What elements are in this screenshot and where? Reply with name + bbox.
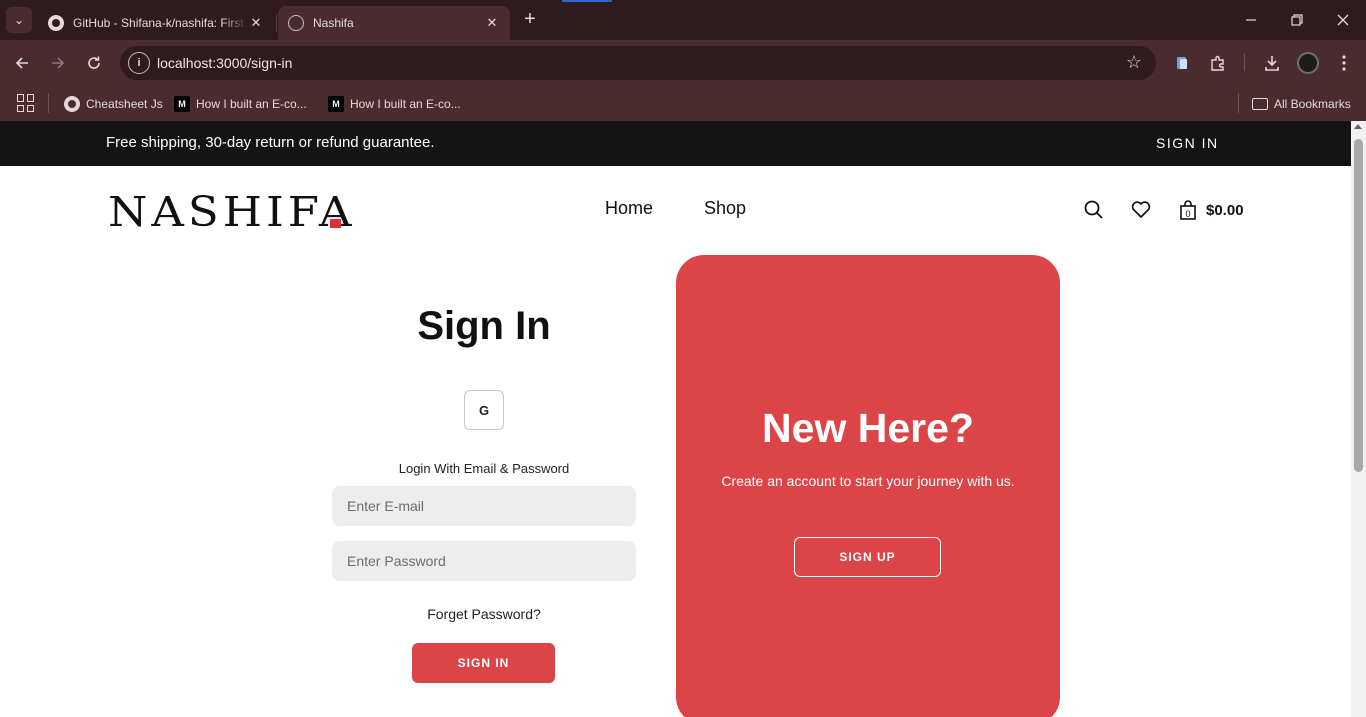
bookmarks-divider	[1238, 93, 1239, 113]
tab-strip: ⌄ GitHub - Shifana-k/nashifa: First ✕ Na…	[0, 0, 1366, 40]
forward-arrow-icon	[52, 57, 65, 69]
url-text[interactable]: localhost:3000/sign-in	[157, 55, 292, 71]
bookmarks-bar: Cheatsheet Js M How I built an E-co... M…	[0, 86, 1366, 121]
loading-indicator	[562, 0, 612, 2]
announcement-text: Free shipping, 30-day return or refund g…	[106, 134, 435, 151]
search-icon[interactable]	[1083, 199, 1105, 221]
globe-icon	[288, 15, 304, 31]
cart-total[interactable]: $0.00	[1206, 202, 1244, 219]
bookmark-ecommerce-2[interactable]: M How I built an E-co...	[328, 92, 461, 116]
restore-icon	[1291, 14, 1303, 26]
announcement-bar: Free shipping, 30-day return or refund g…	[0, 121, 1351, 166]
email-field[interactable]	[332, 486, 636, 526]
minimize-icon	[1246, 19, 1256, 21]
address-bar[interactable]: i localhost:3000/sign-in ☆	[120, 46, 1156, 80]
all-bookmarks[interactable]: All Bookmarks	[1252, 92, 1351, 116]
wishlist-heart-icon[interactable]	[1130, 199, 1152, 221]
close-icon[interactable]: ✕	[484, 15, 500, 31]
new-tab-button[interactable]: +	[518, 8, 542, 32]
signup-promo-panel: New Here? Create an account to start you…	[676, 255, 1060, 717]
promo-title: New Here?	[762, 405, 974, 451]
cart-bag-icon[interactable]: 0	[1177, 199, 1199, 221]
site-logo[interactable]: NASHIFA	[108, 189, 356, 234]
all-bookmarks-label: All Bookmarks	[1274, 97, 1351, 111]
close-icon[interactable]: ✕	[248, 15, 264, 31]
reload-button[interactable]	[80, 49, 108, 77]
top-signin-link[interactable]: SIGN IN	[1156, 135, 1219, 151]
close-window-icon	[1337, 14, 1349, 26]
download-icon[interactable]	[1260, 51, 1284, 75]
bookmark-ecommerce-1[interactable]: M How I built an E-co...	[174, 92, 307, 116]
bookmark-label: How I built an E-co...	[196, 97, 307, 111]
medium-icon: M	[174, 96, 190, 112]
tab-search-button[interactable]: ⌄	[6, 7, 32, 33]
bookmark-label: Cheatsheet Js	[86, 97, 163, 111]
back-arrow-icon	[15, 57, 28, 69]
forget-password-link[interactable]: Forget Password?	[332, 606, 636, 622]
tab-title: GitHub - Shifana-k/nashifa: First	[73, 16, 244, 30]
scroll-up-arrow-icon[interactable]	[1354, 124, 1362, 129]
browser-chrome: ⌄ GitHub - Shifana-k/nashifa: First ✕ Na…	[0, 0, 1366, 121]
bookmark-star-icon[interactable]: ☆	[1126, 52, 1142, 73]
toolbar-divider	[1244, 53, 1245, 71]
login-caption: Login With Email & Password	[398, 461, 570, 476]
password-field[interactable]	[332, 541, 636, 581]
site-info-icon[interactable]: i	[128, 52, 150, 74]
scroll-thumb[interactable]	[1354, 139, 1363, 472]
signin-button[interactable]: SIGN IN	[412, 643, 555, 683]
folder-icon	[1252, 98, 1268, 110]
logo-dot	[330, 219, 341, 228]
profile-avatar[interactable]	[1297, 52, 1319, 74]
restore-button[interactable]	[1274, 0, 1320, 40]
signup-button[interactable]: SIGN UP	[794, 537, 941, 577]
github-icon	[48, 15, 64, 31]
medium-icon: M	[328, 96, 344, 112]
close-window-button[interactable]	[1320, 0, 1366, 40]
forward-button[interactable]	[44, 49, 72, 77]
google-signin-button[interactable]: G	[464, 390, 504, 430]
nav-shop-link[interactable]: Shop	[704, 198, 746, 219]
bookmark-cheatsheet[interactable]: Cheatsheet Js	[64, 92, 163, 116]
cart-count: 0	[1185, 209, 1190, 219]
page-scrollbar[interactable]	[1351, 121, 1366, 717]
tab-nashifa[interactable]: Nashifa ✕	[278, 6, 510, 40]
promo-text: Create an account to start your journey …	[721, 473, 1015, 489]
back-button[interactable]	[8, 49, 36, 77]
tab-github[interactable]: GitHub - Shifana-k/nashifa: First ✕	[38, 6, 274, 40]
browser-toolbar: i localhost:3000/sign-in ☆	[0, 40, 1366, 86]
reload-icon	[88, 56, 100, 69]
tab-title: Nashifa	[313, 16, 354, 30]
apps-grid-icon[interactable]	[17, 94, 35, 112]
minimize-button[interactable]	[1228, 0, 1274, 40]
github-icon	[64, 96, 80, 112]
menu-kebab-icon[interactable]	[1332, 51, 1356, 75]
bookmarks-divider	[48, 93, 49, 113]
bookmark-label: How I built an E-co...	[350, 97, 461, 111]
copy-extension-icon[interactable]	[1170, 51, 1194, 75]
nav-home-link[interactable]: Home	[605, 198, 653, 219]
page-viewport: Free shipping, 30-day return or refund g…	[0, 121, 1366, 717]
tab-divider	[276, 14, 277, 32]
extensions-icon[interactable]	[1206, 51, 1230, 75]
